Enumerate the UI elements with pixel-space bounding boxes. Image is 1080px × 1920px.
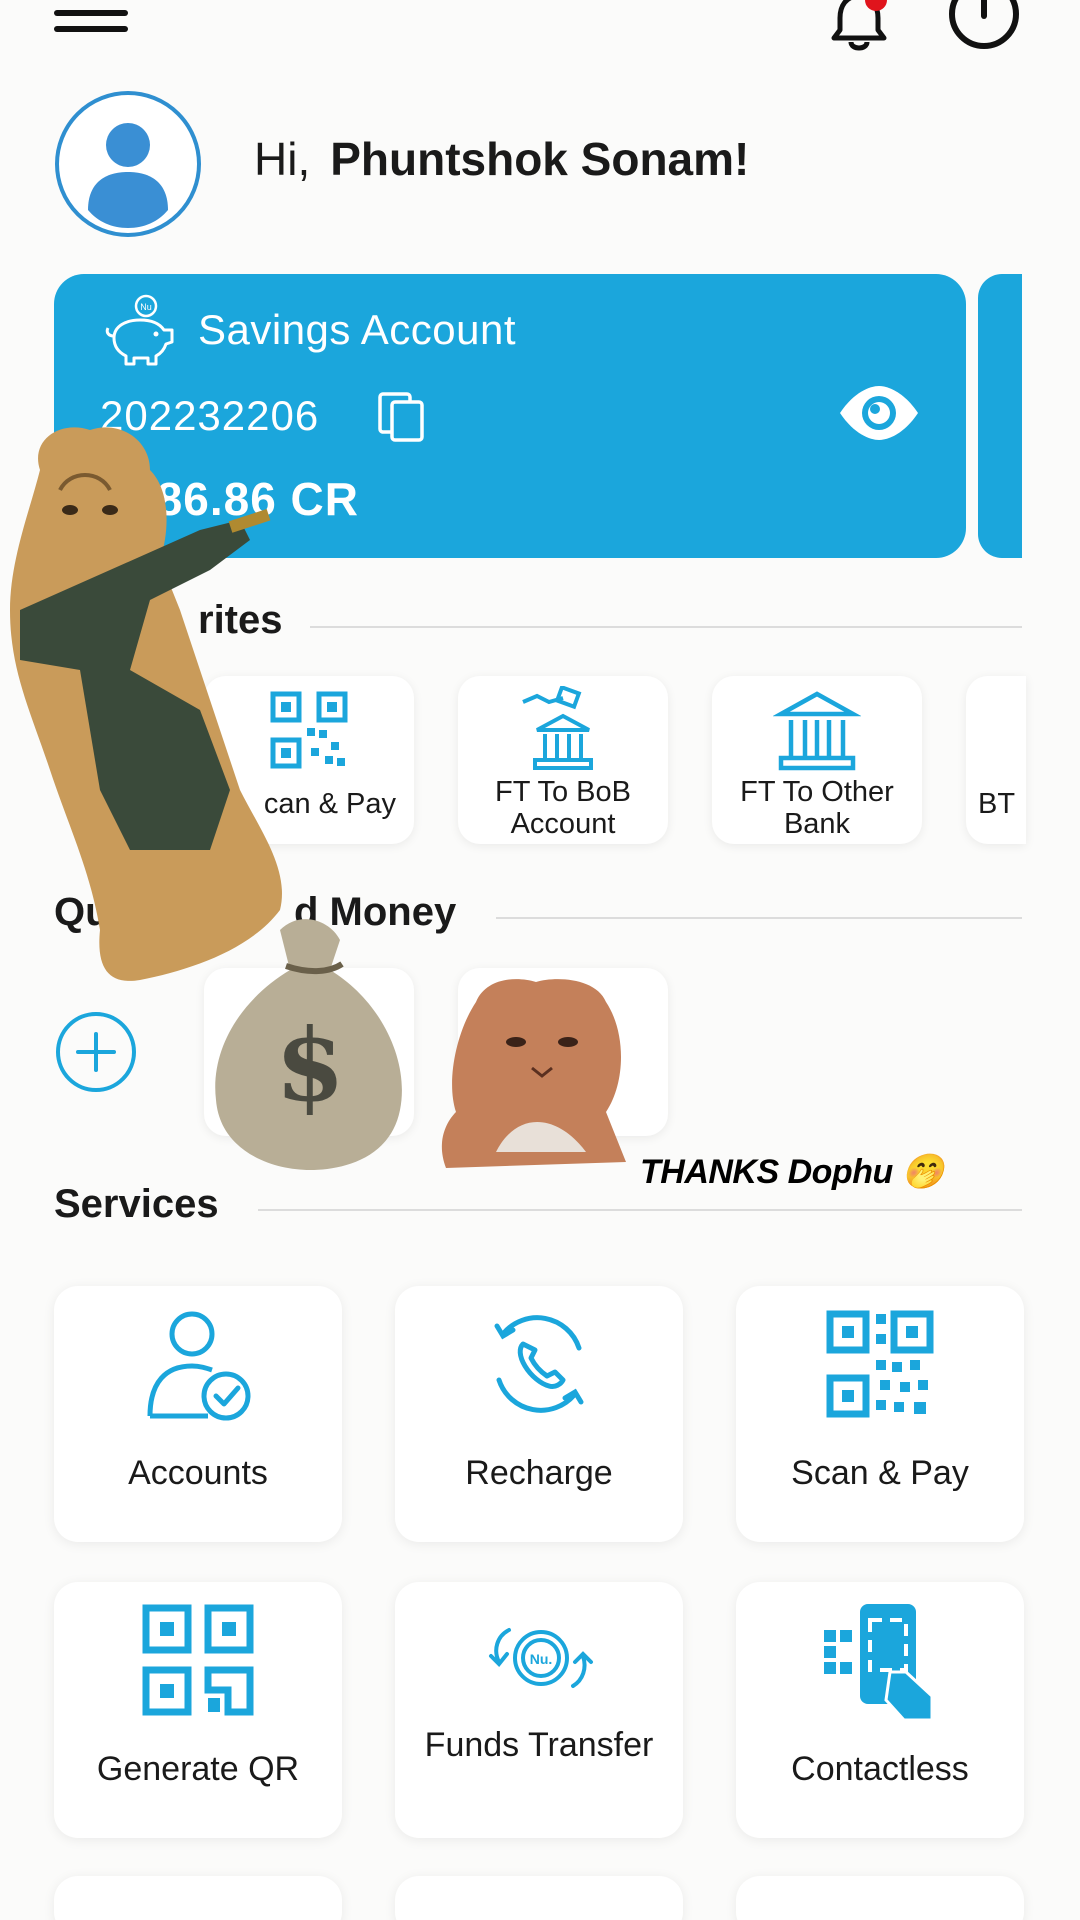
service-accounts[interactable]: Accounts	[54, 1286, 342, 1542]
qr-code-icon	[270, 691, 348, 769]
account-check-icon	[147, 1311, 251, 1421]
piggy-bank-icon: Nu	[105, 294, 174, 366]
quick-send-contact[interactable]: e	[458, 968, 668, 1136]
services-heading: Services	[54, 1182, 219, 1226]
favourites-heading: rites	[198, 598, 283, 642]
account-number: 202232206	[100, 392, 320, 439]
eye-icon[interactable]	[836, 384, 922, 442]
quick-send-heading-start: Qu	[54, 890, 110, 934]
divider	[496, 917, 1022, 919]
service-label: Recharge	[465, 1454, 613, 1492]
contact-label-fragment: e	[570, 1100, 586, 1131]
account-balance: u. 86.86 CR	[100, 473, 359, 525]
service-card-partial[interactable]	[736, 1876, 1024, 1920]
service-label: Contactless	[791, 1750, 969, 1788]
phone-recharge-icon	[494, 1315, 584, 1413]
account-type: Savings Account	[198, 306, 517, 353]
service-label: Scan & Pay	[791, 1454, 969, 1492]
service-contactless[interactable]: Contactless	[736, 1582, 1024, 1838]
contactless-icon	[824, 1604, 934, 1720]
service-label: Accounts	[128, 1454, 268, 1492]
qr-code-icon	[826, 1310, 934, 1418]
notification-bell-icon[interactable]	[826, 0, 892, 56]
favourite-label: BT	[978, 788, 1016, 820]
favourite-ft-bob[interactable]: FT To BoB Account	[458, 676, 668, 844]
user-name: Phuntshok Sonam!	[330, 133, 750, 185]
savings-account-card[interactable]: Nu Savings Account 202232206 u. 86.86 CR	[54, 274, 966, 558]
quick-send-heading-end: d Money	[294, 890, 457, 934]
favourite-bt[interactable]: BT	[966, 676, 1026, 844]
divider	[310, 626, 1022, 628]
service-card-partial[interactable]	[54, 1876, 342, 1920]
svg-text:Nu.: Nu.	[530, 1651, 553, 1667]
bank-transfer-icon	[522, 686, 593, 770]
service-generate-qr[interactable]: Generate QR	[54, 1582, 342, 1838]
favourite-label: FT To BoB Account	[495, 776, 631, 840]
funds-transfer-icon: Nu.	[489, 1628, 593, 1688]
divider	[258, 1209, 1022, 1211]
favourite-label: FT To Other Bank	[740, 776, 894, 840]
hamburger-menu-icon[interactable]	[54, 10, 128, 44]
avatar[interactable]	[54, 90, 202, 238]
favourite-ft-other-bank[interactable]: FT To Other Bank	[712, 676, 922, 844]
greeting-prefix: Hi,	[254, 133, 311, 185]
favourite-scan-pay[interactable]: can & Pay	[204, 676, 414, 844]
quick-send-contact[interactable]	[204, 968, 414, 1136]
favourite-label: can & Pay	[263, 788, 396, 820]
plus-circle-icon[interactable]	[54, 1010, 138, 1094]
overlay-caption: THANKS Dophu 🤭	[640, 1153, 944, 1191]
bank-icon	[773, 691, 861, 771]
service-scan-pay[interactable]: Scan & Pay	[736, 1286, 1024, 1542]
piggy-badge: Nu	[140, 302, 152, 312]
generate-qr-icon	[142, 1604, 254, 1716]
service-label: Generate QR	[96, 1750, 300, 1788]
service-card-partial[interactable]	[395, 1876, 683, 1920]
greeting: Hi, Phuntshok Sonam!	[254, 132, 749, 186]
power-icon[interactable]	[946, 0, 1022, 54]
service-label: Funds Transfer	[424, 1726, 654, 1764]
service-funds-transfer[interactable]: Nu. Funds Transfer	[395, 1582, 683, 1838]
service-recharge[interactable]: Recharge	[395, 1286, 683, 1542]
next-account-card[interactable]	[978, 274, 1022, 558]
copy-icon[interactable]	[374, 388, 430, 444]
